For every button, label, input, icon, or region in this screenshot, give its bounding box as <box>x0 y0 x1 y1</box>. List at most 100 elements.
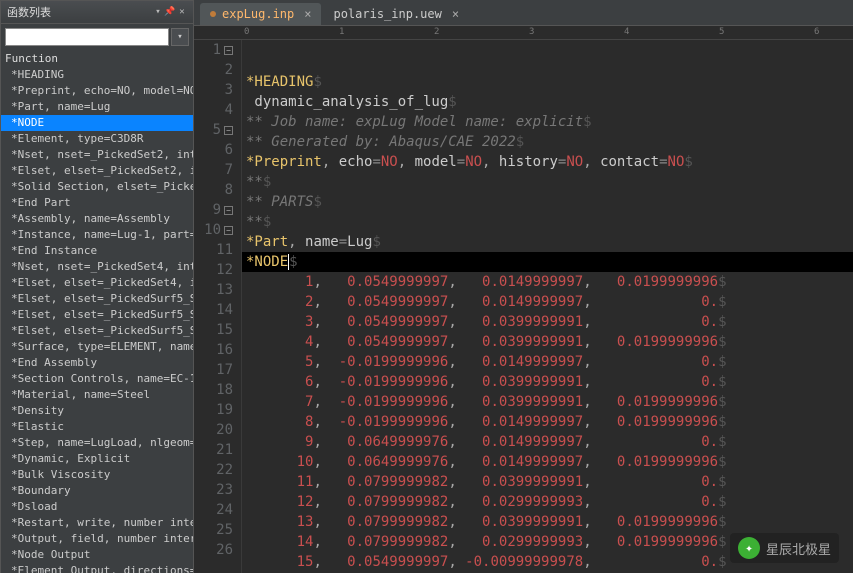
function-list-item[interactable]: *Solid Section, elset=_PickedSet2, contr… <box>1 179 193 195</box>
column-ruler: 0123456 <box>194 26 853 40</box>
function-list-item[interactable]: *Element Output, directions=YES <box>1 563 193 573</box>
line-number-gutter: 1−2345−6789−10−1112131415161718192021222… <box>194 40 242 573</box>
code-editor[interactable]: 1−2345−6789−10−1112131415161718192021222… <box>194 40 853 573</box>
function-list-item[interactable]: *Density <box>1 403 193 419</box>
function-list[interactable]: *HEADING*Preprint, echo=NO, model=NO, hi… <box>1 67 193 573</box>
function-list-item[interactable]: *Elastic <box>1 419 193 435</box>
function-list-item[interactable]: *End Part <box>1 195 193 211</box>
code-line[interactable]: 5, -0.0199999996, 0.0149999997, 0.$ <box>242 352 853 372</box>
gutter-line: 4 <box>194 100 233 120</box>
code-line[interactable]: ** PARTS$ <box>242 192 853 212</box>
function-list-item[interactable]: *Preprint, echo=NO, model=NO, history= <box>1 83 193 99</box>
function-list-item[interactable]: *Elset, elset=_PickedSurf5_S2, internal,… <box>1 323 193 339</box>
editor-tab[interactable]: expLug.inp × <box>200 3 321 25</box>
fold-icon[interactable]: − <box>224 206 233 215</box>
code-line[interactable]: 3, 0.0549999997, 0.0399999991, 0.$ <box>242 312 853 332</box>
gutter-line: 26 <box>194 540 233 560</box>
code-line[interactable]: *HEADING$ <box>242 72 853 92</box>
function-list-item[interactable]: *End Instance <box>1 243 193 259</box>
gutter-line: 25 <box>194 520 233 540</box>
gutter-line: 11 <box>194 240 233 260</box>
function-list-item[interactable]: *Nset, nset=_PickedSet4, internal, insta… <box>1 259 193 275</box>
function-list-item[interactable]: *Restart, write, number interval=1, time… <box>1 515 193 531</box>
code-line[interactable]: *Part, name=Lug$ <box>242 232 853 252</box>
fold-icon[interactable]: − <box>224 46 233 55</box>
function-list-item[interactable]: *Elset, elset=_PickedSet2, internal, gen… <box>1 163 193 179</box>
gutter-line: 5− <box>194 120 233 140</box>
code-line[interactable]: 8, -0.0199999996, 0.0149999997, 0.019999… <box>242 412 853 432</box>
code-line[interactable]: 12, 0.0799999982, 0.0299999993, 0.$ <box>242 492 853 512</box>
function-list-item[interactable]: *Section Controls, name=EC-1, hourglass <box>1 371 193 387</box>
ruler-mark: 0 <box>244 27 249 37</box>
function-list-item[interactable]: *Assembly, name=Assembly <box>1 211 193 227</box>
code-line[interactable]: 9, 0.0649999976, 0.0149999997, 0.$ <box>242 432 853 452</box>
code-line[interactable]: 11, 0.0799999982, 0.0399999991, 0.$ <box>242 472 853 492</box>
code-line[interactable]: 6, -0.0199999996, 0.0399999991, 0.$ <box>242 372 853 392</box>
gutter-line: 2 <box>194 60 233 80</box>
tab-close-icon[interactable]: × <box>304 7 311 21</box>
function-list-item[interactable]: *End Assembly <box>1 355 193 371</box>
watermark-text: 星辰北极星 <box>766 539 831 558</box>
dropdown-icon[interactable]: ▾ <box>153 7 163 17</box>
gutter-line: 3 <box>194 80 233 100</box>
function-list-item[interactable]: *Dsload <box>1 499 193 515</box>
gutter-line: 12 <box>194 260 233 280</box>
code-line[interactable]: 1, 0.0549999997, 0.0149999997, 0.0199999… <box>242 272 853 292</box>
function-list-item[interactable]: *Instance, name=Lug-1, part=Lug <box>1 227 193 243</box>
gutter-line: 21 <box>194 440 233 460</box>
tab-label: expLug.inp <box>222 7 294 21</box>
function-list-item[interactable]: *NODE <box>1 115 193 131</box>
ruler-mark: 6 <box>814 27 819 37</box>
function-list-item[interactable]: *Step, name=LugLoad, nlgeom=YES <box>1 435 193 451</box>
pin-icon[interactable]: 📌 <box>165 7 175 17</box>
function-list-item[interactable]: *Nset, nset=_PickedSet2, internal, gener… <box>1 147 193 163</box>
sidebar-title-bar: 函数列表 ▾ 📌 ✕ <box>1 1 193 24</box>
code-content[interactable]: *HEADING$ dynamic_analysis_of_lug$** Job… <box>242 40 853 573</box>
tab-bar: expLug.inp×polaris_inp.uew× <box>194 0 853 26</box>
editor-area: expLug.inp×polaris_inp.uew× 0123456 1−23… <box>194 0 853 573</box>
editor-tab[interactable]: polaris_inp.uew× <box>323 3 469 25</box>
code-line[interactable]: 2, 0.0549999997, 0.0149999997, 0.$ <box>242 292 853 312</box>
function-list-item[interactable]: *Bulk Viscosity <box>1 467 193 483</box>
ruler-mark: 3 <box>529 27 534 37</box>
tab-close-icon[interactable]: × <box>452 7 459 21</box>
fold-icon[interactable]: − <box>224 226 233 235</box>
section-label: Function <box>1 50 193 67</box>
modified-dot-icon <box>210 11 216 17</box>
function-list-item[interactable]: *HEADING <box>1 67 193 83</box>
function-list-item[interactable]: *Elset, elset=_PickedSurf5_S3, internal,… <box>1 291 193 307</box>
code-line[interactable]: **$ <box>242 212 853 232</box>
sidebar-controls: ▾ 📌 ✕ <box>153 7 187 17</box>
search-dropdown-button[interactable]: ▾ <box>171 28 189 46</box>
function-list-item[interactable]: *Boundary <box>1 483 193 499</box>
function-list-item[interactable]: *Output, field, number interval=125 <box>1 531 193 547</box>
code-line[interactable]: *Preprint, echo=NO, model=NO, history=NO… <box>242 152 853 172</box>
code-line[interactable]: 13, 0.0799999982, 0.0399999991, 0.019999… <box>242 512 853 532</box>
gutter-line: 8 <box>194 180 233 200</box>
code-line[interactable]: 10, 0.0649999976, 0.0149999997, 0.019999… <box>242 452 853 472</box>
code-line[interactable]: **$ <box>242 172 853 192</box>
code-line[interactable]: ** Generated by: Abaqus/CAE 2022$ <box>242 132 853 152</box>
code-line[interactable]: *NODE$ <box>242 252 853 272</box>
function-list-item[interactable]: *Node Output <box>1 547 193 563</box>
search-row: ▾ <box>1 24 193 50</box>
ruler-mark: 2 <box>434 27 439 37</box>
code-line[interactable]: dynamic_analysis_of_lug$ <box>242 92 853 112</box>
fold-icon[interactable]: − <box>224 126 233 135</box>
ruler-mark: 1 <box>339 27 344 37</box>
function-list-item[interactable]: *Surface, type=ELEMENT, name=_Picked <box>1 339 193 355</box>
function-list-item[interactable]: *Part, name=Lug <box>1 99 193 115</box>
wechat-icon: ✦ <box>738 537 760 559</box>
function-list-item[interactable]: *Elset, elset=_PickedSet4, internal, ins… <box>1 275 193 291</box>
gutter-line: 24 <box>194 500 233 520</box>
function-list-item[interactable]: *Element, type=C3D8R <box>1 131 193 147</box>
search-input[interactable] <box>5 28 169 46</box>
code-line[interactable]: 7, -0.0199999996, 0.0399999991, 0.019999… <box>242 392 853 412</box>
code-line[interactable]: ** Job name: expLug Model name: explicit… <box>242 112 853 132</box>
function-list-item[interactable]: *Material, name=Steel <box>1 387 193 403</box>
function-list-item[interactable]: *Elset, elset=_PickedSurf5_S4, internal,… <box>1 307 193 323</box>
close-icon[interactable]: ✕ <box>177 7 187 17</box>
gutter-line: 19 <box>194 400 233 420</box>
code-line[interactable]: 4, 0.0549999997, 0.0399999991, 0.0199999… <box>242 332 853 352</box>
function-list-item[interactable]: *Dynamic, Explicit <box>1 451 193 467</box>
